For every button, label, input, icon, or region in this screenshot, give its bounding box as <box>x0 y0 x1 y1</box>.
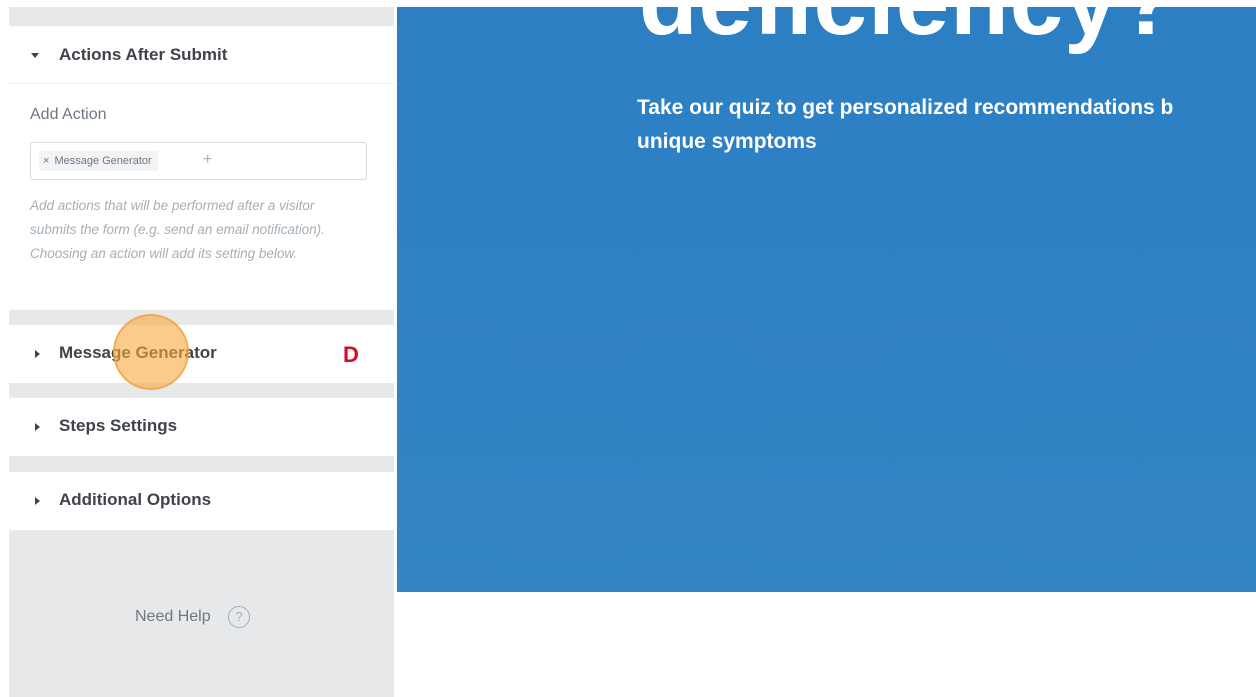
add-action-label: Add Action <box>30 106 107 123</box>
help-circle-icon[interactable]: ? <box>228 606 250 628</box>
add-action-select[interactable]: × Message Generator + <box>30 142 367 180</box>
preview-hero: deficiency? Take our quiz to get persona… <box>397 7 1256 592</box>
editor-panel: Actions After Submit Add Action × Message… <box>9 7 394 697</box>
steps-settings-section[interactable]: Steps Settings <box>9 398 394 456</box>
editor-window: Actions After Submit Add Action × Message… <box>0 0 1256 697</box>
caret-right-icon <box>35 497 40 505</box>
caret-down-icon <box>31 53 39 58</box>
message-generator-section[interactable]: Message Generator D <box>9 325 394 383</box>
add-icon[interactable]: + <box>203 149 212 171</box>
hero-heading: deficiency? <box>639 7 1178 57</box>
action-tag-label: Message Generator <box>54 155 152 167</box>
actions-after-submit-header[interactable]: Actions After Submit <box>9 26 394 84</box>
plugin-logo-icon: D <box>343 342 359 367</box>
actions-after-submit-section: Actions After Submit Add Action × Message… <box>9 26 394 310</box>
section-title: Additional Options <box>59 490 212 509</box>
click-highlight <box>113 314 189 390</box>
preview-content-area <box>397 592 1256 697</box>
hero-subtitle: Take our quiz to get personalized recomm… <box>637 96 1174 153</box>
top-strip <box>0 0 1256 7</box>
need-help-link[interactable]: Need Help <box>135 608 211 626</box>
remove-tag-icon[interactable]: × <box>43 155 49 167</box>
actions-help-text: Add actions that will be performed after… <box>30 198 325 261</box>
action-tag: × Message Generator <box>39 151 158 171</box>
caret-right-icon <box>35 423 40 431</box>
additional-options-section[interactable]: Additional Options <box>9 472 394 530</box>
caret-right-icon <box>35 350 40 358</box>
section-title: Actions After Submit <box>59 45 228 64</box>
section-title: Steps Settings <box>59 416 178 435</box>
